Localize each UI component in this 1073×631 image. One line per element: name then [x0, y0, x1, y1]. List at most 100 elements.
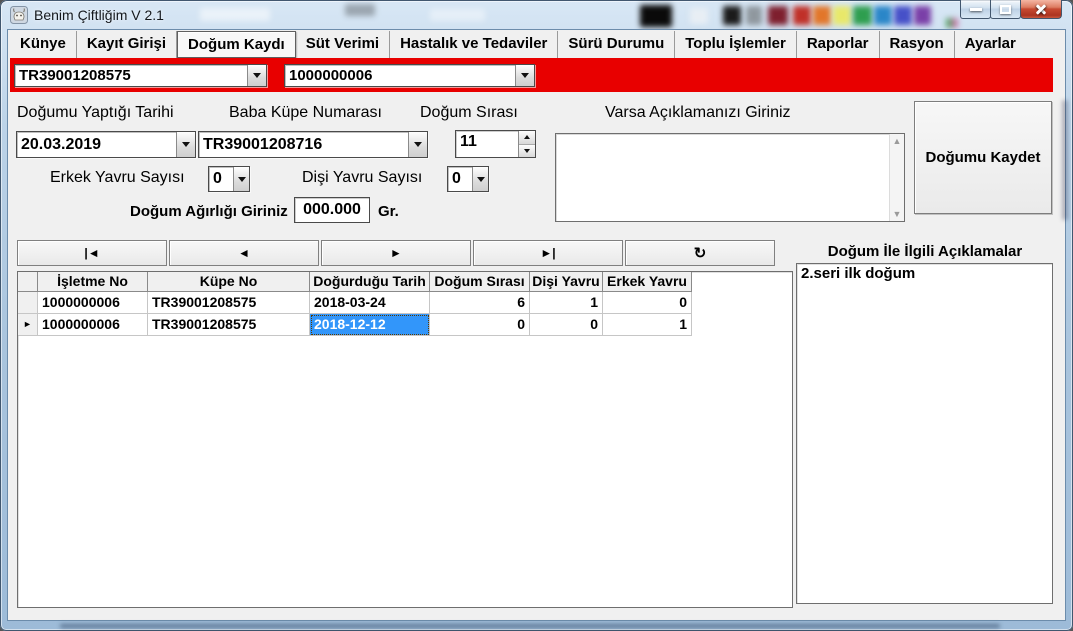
desktop-icon-blur	[723, 6, 741, 25]
chevron-down-icon	[182, 142, 190, 147]
selected-grid-cell[interactable]: 2018-12-12	[310, 314, 430, 336]
chevron-down-icon	[477, 177, 485, 182]
desktop-icon-blur	[746, 6, 762, 25]
minimize-button[interactable]	[960, 0, 991, 19]
col-header-dogum-sirasi[interactable]: Doğum Sırası	[430, 272, 530, 292]
spin-up-button[interactable]	[519, 131, 535, 145]
female-count-combobox[interactable]: 0	[447, 166, 489, 192]
grid-header-row: İşletme No Küpe No Doğurduğu Tarih Doğum…	[18, 272, 792, 292]
desktop-icon-blur	[874, 6, 892, 25]
textarea-scrollbar[interactable]: ▲ ▼	[889, 134, 904, 221]
col-header-disi-yavru[interactable]: Dişi Yavru	[530, 272, 603, 292]
chevron-down-icon	[238, 177, 246, 182]
grid-cell[interactable]: 6	[430, 292, 530, 314]
scroll-down-icon[interactable]: ▼	[893, 209, 902, 219]
tab-bar: Künye Kayıt Girişi Doğum Kaydı Süt Verim…	[8, 31, 1065, 58]
spin-down-button[interactable]	[519, 145, 535, 158]
grid-cell[interactable]: 0	[603, 292, 692, 314]
weight-unit-label: Gr.	[378, 203, 399, 220]
col-header-isletme-no[interactable]: İşletme No	[38, 272, 148, 292]
tab-hastalik-ve-tedaviler[interactable]: Hastalık ve Tedaviler	[390, 31, 558, 58]
grid-cell[interactable]: 0	[430, 314, 530, 336]
grid-cell[interactable]: TR39001208575	[148, 292, 310, 314]
col-header-kupe-no[interactable]: Küpe No	[148, 272, 310, 292]
dropdown-button[interactable]	[176, 132, 195, 157]
col-header-erkek-yavru[interactable]: Erkek Yavru	[603, 272, 692, 292]
male-count-label: Erkek Yavru Sayısı	[50, 169, 185, 187]
desktop-icon-blur	[853, 6, 872, 25]
window-title: Benim Çiftliğim V 2.1	[34, 7, 164, 23]
desktop-icon-blur	[690, 8, 708, 24]
dropdown-button[interactable]	[247, 65, 266, 86]
farm-no-combobox[interactable]: 1000000006	[284, 64, 535, 87]
grid-cell[interactable]: 0	[530, 314, 603, 336]
birth-notes-title: Doğum İle İlgili Açıklamalar	[795, 243, 1055, 260]
grid-cell[interactable]: 2018-03-24	[310, 292, 430, 314]
farm-no-value: 1000000006	[285, 65, 515, 86]
tab-dogum-kaydi[interactable]: Doğum Kaydı	[177, 31, 296, 58]
chevron-down-icon	[253, 73, 261, 78]
tab-toplu-islemler[interactable]: Toplu İşlemler	[675, 31, 797, 58]
desktop-icon-blur	[894, 6, 912, 25]
female-count-value: 0	[448, 167, 472, 191]
tab-rasyon[interactable]: Rasyon	[880, 31, 955, 58]
row-indicator-cell	[18, 292, 38, 314]
maximize-button[interactable]	[990, 0, 1021, 19]
note-textarea[interactable]: ▲ ▼	[555, 133, 905, 222]
male-count-value: 0	[209, 167, 233, 191]
chevron-up-icon	[524, 135, 530, 139]
tab-kunye[interactable]: Künye	[10, 31, 77, 58]
animal-tag-combobox[interactable]: TR39001208575	[14, 64, 267, 87]
male-count-combobox[interactable]: 0	[208, 166, 250, 192]
record-navigator: |◄ ◄ ► ►| ↻	[17, 240, 775, 266]
birth-order-stepper[interactable]: 11	[455, 130, 536, 158]
note-text	[556, 132, 560, 152]
weight-input[interactable]: 000.000	[294, 197, 370, 223]
grid-cell[interactable]: TR39001208575	[148, 314, 310, 336]
col-header-dogurdugu-tarih[interactable]: Doğurduğu Tarih	[310, 272, 430, 292]
desktop-edge-blur	[1062, 100, 1068, 220]
birth-date-picker[interactable]: 20.03.2019	[16, 131, 196, 158]
birth-notes-box[interactable]: 2.seri ilk doğum	[796, 263, 1053, 604]
tab-kayit-girisi[interactable]: Kayıt Girişi	[77, 31, 177, 58]
chevron-down-icon	[524, 149, 530, 153]
birth-date-value: 20.03.2019	[17, 132, 176, 157]
first-record-button[interactable]: |◄	[17, 240, 167, 266]
tab-ayarlar[interactable]: Ayarlar	[955, 31, 1026, 58]
desktop-icon-blur	[793, 6, 811, 25]
animal-tag-value: TR39001208575	[15, 65, 247, 86]
father-tag-combobox[interactable]: TR39001208716	[198, 131, 428, 158]
grid-cell[interactable]: 1	[530, 292, 603, 314]
title-bar[interactable]: Benim Çiftliğim V 2.1	[0, 0, 1073, 30]
app-icon	[10, 6, 28, 24]
tab-suru-durumu[interactable]: Sürü Durumu	[558, 31, 675, 58]
grid-cell[interactable]: 1000000006	[38, 292, 148, 314]
desktop-icon-blur	[914, 6, 931, 25]
close-button[interactable]	[1020, 0, 1062, 19]
dropdown-button[interactable]	[408, 132, 427, 157]
grid-cell[interactable]: 1000000006	[38, 314, 148, 336]
last-record-button[interactable]: ►|	[473, 240, 623, 266]
minimize-icon	[970, 8, 982, 11]
scroll-up-icon[interactable]: ▲	[893, 136, 902, 146]
next-record-button[interactable]: ►	[321, 240, 471, 266]
dropdown-button[interactable]	[233, 167, 249, 191]
save-birth-button[interactable]: Doğumu Kaydet	[914, 101, 1052, 214]
birth-order-value: 11	[456, 131, 518, 157]
tab-raporlar[interactable]: Raporlar	[797, 31, 880, 58]
births-grid: İşletme No Küpe No Doğurduğu Tarih Doğum…	[17, 271, 793, 608]
glass-reflection	[430, 9, 485, 21]
tab-sut-verimi[interactable]: Süt Verimi	[296, 31, 390, 58]
dropdown-button[interactable]	[515, 65, 534, 86]
note-label: Varsa Açıklamanızı Giriniz	[605, 104, 791, 122]
birth-date-label: Doğumu Yaptığı Tarihi	[17, 104, 174, 122]
desktop-icon-blur	[768, 6, 788, 25]
close-icon	[1034, 2, 1048, 16]
previous-record-button[interactable]: ◄	[169, 240, 319, 266]
dropdown-button[interactable]	[472, 167, 488, 191]
father-tag-value: TR39001208716	[199, 132, 408, 157]
grid-cell[interactable]: 1	[603, 314, 692, 336]
table-row: 1000000006 TR39001208575 2018-03-24 6 1 …	[18, 292, 792, 314]
refresh-button[interactable]: ↻	[625, 240, 775, 266]
weight-label: Doğum Ağırlığı Giriniz	[130, 203, 288, 220]
